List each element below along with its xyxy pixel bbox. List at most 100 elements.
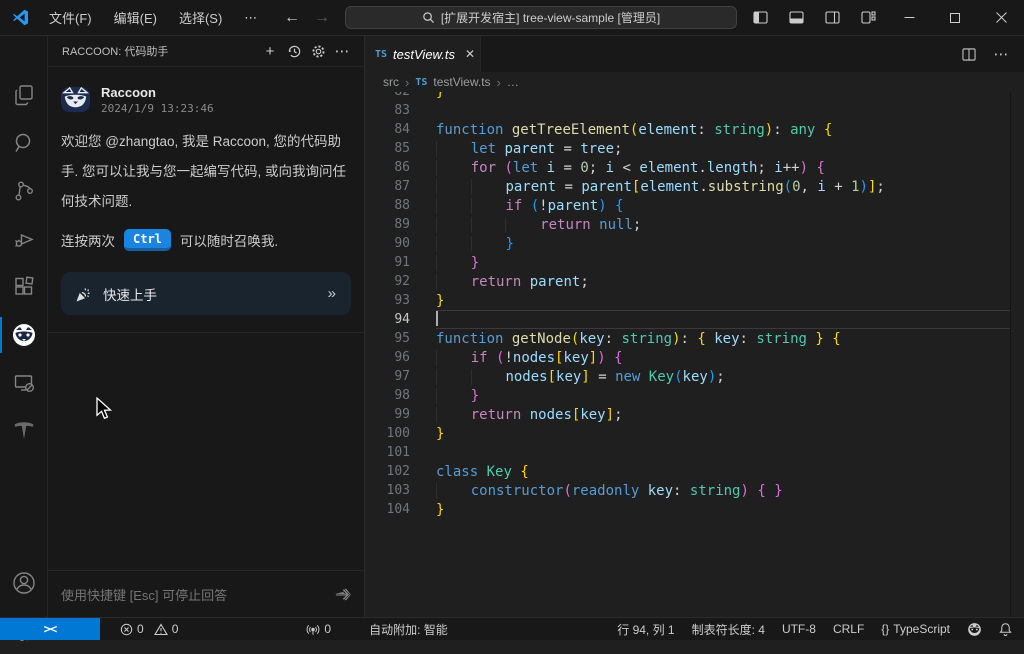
breadcrumb-symbol[interactable]: … (507, 75, 519, 89)
run-debug-icon[interactable] (0, 216, 47, 262)
minimize-button[interactable] (886, 0, 932, 35)
indentation-status[interactable]: 制表符长度: 4 (692, 621, 765, 638)
nav-back-icon[interactable]: ← (284, 0, 300, 35)
welcome-divider (48, 332, 364, 333)
search-sidebar-icon[interactable] (0, 120, 47, 166)
code-line-90[interactable]: 90 } (366, 234, 1024, 253)
split-editor-icon[interactable] (956, 41, 982, 67)
text-cursor (436, 311, 438, 326)
line-number: 86 (366, 158, 410, 177)
send-icon[interactable] (334, 587, 351, 602)
code-line-104[interactable]: 104} (366, 500, 1024, 519)
breadcrumb-folder[interactable]: src (383, 75, 399, 89)
tab-bar: TS testView.ts ✕ ⋯ (366, 36, 1024, 72)
breadcrumb-file[interactable]: testView.ts (433, 75, 490, 89)
code-line-97[interactable]: 97 nodes[key] = new Key(key); (366, 367, 1024, 386)
status-bar: >< 0 0 0 自动附加: 智能 行 94, 列 1 制表符长度: 4 UTF… (0, 617, 1024, 640)
encoding-status[interactable]: UTF-8 (782, 622, 816, 636)
sidebar-more-icon[interactable]: ⋯ (330, 40, 354, 62)
accounts-icon[interactable] (0, 560, 47, 606)
braces-icon: {} (881, 622, 889, 636)
code-line-92[interactable]: 92 return parent; (366, 272, 1024, 291)
menu-file[interactable]: 文件(F) (40, 4, 101, 31)
nav-forward-icon: → (314, 0, 330, 35)
quick-start-button[interactable]: 快速上手 » (61, 272, 351, 315)
sidebar-title: RACCOON: 代码助手 (62, 43, 258, 59)
new-chat-icon[interactable]: + (258, 40, 282, 62)
ports-status[interactable]: 0 (306, 622, 331, 636)
code-line-94[interactable]: 94 (366, 310, 1024, 329)
code-line-91[interactable]: 91 } (366, 253, 1024, 272)
layout-sidebar-left-icon[interactable] (742, 0, 778, 35)
code-line-93[interactable]: 93} (366, 291, 1024, 310)
close-window-button[interactable] (978, 0, 1024, 35)
code-line-100[interactable]: 100} (366, 424, 1024, 443)
code-line-101[interactable]: 101 (366, 443, 1024, 462)
language-status[interactable]: {} TypeScript (881, 622, 950, 636)
scrollbar-divider (1010, 73, 1011, 617)
source-control-icon[interactable] (0, 168, 47, 214)
command-center-text: [扩展开发宿主] tree-view-sample [管理员] (441, 9, 660, 26)
problems-status[interactable]: 0 0 (120, 622, 178, 636)
code-line-88[interactable]: 88 if (!parent) { (366, 196, 1024, 215)
code-line-89[interactable]: 89 return null; (366, 215, 1024, 234)
code-line-83[interactable]: 83 (366, 101, 1024, 120)
raccoon-extension-icon[interactable] (0, 312, 47, 358)
layout-panel-icon[interactable] (778, 0, 814, 35)
code-line-84[interactable]: 84function getTreeElement(element: strin… (366, 120, 1024, 139)
line-number: 96 (366, 348, 410, 367)
line-number: 90 (366, 234, 410, 253)
chevron-right-icon: › (405, 75, 409, 90)
extensions-icon[interactable] (0, 264, 47, 310)
notifications-bell-icon[interactable] (999, 622, 1012, 636)
customize-layout-icon[interactable] (850, 0, 886, 35)
sidebar-header: RACCOON: 代码助手 + ⋯ (48, 36, 364, 67)
warning-count: 0 (172, 622, 179, 636)
chat-input-bar[interactable]: 使用快捷键 [Esc] 可停止回答 (48, 570, 364, 617)
vscode-logo-icon (12, 9, 29, 26)
code-line-87[interactable]: 87 parent = parent[element.substring(0, … (366, 177, 1024, 196)
menu-selection[interactable]: 选择(S) (170, 4, 231, 31)
cursor-position-status[interactable]: 行 94, 列 1 (617, 621, 674, 638)
broadcast-icon (306, 623, 320, 636)
line-number: 93 (366, 291, 410, 310)
code-lines[interactable]: 82}8384function getTreeElement(element: … (366, 82, 1024, 519)
maximize-button[interactable] (932, 0, 978, 35)
language-label: TypeScript (893, 622, 950, 636)
history-icon[interactable] (282, 40, 306, 62)
menu-edit[interactable]: 编辑(E) (105, 4, 166, 31)
code-line-85[interactable]: 85 let parent = tree; (366, 139, 1024, 158)
code-line-98[interactable]: 98 } (366, 386, 1024, 405)
raccoon-status-icon[interactable] (967, 622, 982, 637)
explorer-icon[interactable] (0, 72, 47, 118)
tab-testview[interactable]: TS testView.ts ✕ (366, 36, 481, 72)
party-popper-icon (76, 286, 92, 302)
remote-explorer-icon[interactable] (0, 360, 47, 406)
ctrl-key-badge: Ctrl (124, 229, 171, 251)
typescript-file-icon: TS (375, 49, 387, 60)
line-number: 87 (366, 177, 410, 196)
code-line-102[interactable]: 102class Key { (366, 462, 1024, 481)
command-center-search[interactable]: [扩展开发宿主] tree-view-sample [管理员] (345, 6, 737, 29)
window-controls (742, 0, 1024, 35)
message-timestamp: 2024/1/9 13:23:46 (101, 102, 214, 115)
line-number: 102 (366, 462, 410, 481)
assistant-header: Raccoon 2024/1/9 13:23:46 (60, 84, 352, 115)
sidebar-settings-icon[interactable] (306, 40, 330, 62)
code-line-95[interactable]: 95function getNode(key: string): { key: … (366, 329, 1024, 348)
editor-actions: ⋯ (956, 36, 1024, 72)
code-line-99[interactable]: 99 return nodes[key]; (366, 405, 1024, 424)
menu-more-icon[interactable]: ⋯ (235, 6, 266, 30)
code-line-96[interactable]: 96 if (!nodes[key]) { (366, 348, 1024, 367)
remote-indicator[interactable]: >< (0, 618, 100, 640)
tab-close-icon[interactable]: ✕ (465, 47, 475, 61)
code-line-103[interactable]: 103 constructor(readonly key: string) { … (366, 481, 1024, 500)
editor-more-icon[interactable]: ⋯ (988, 41, 1014, 67)
code-line-86[interactable]: 86 for (let i = 0; i < element.length; i… (366, 158, 1024, 177)
line-number: 103 (366, 481, 410, 500)
tesla-extension-icon[interactable] (0, 407, 47, 453)
eol-status[interactable]: CRLF (833, 622, 864, 636)
layout-sidebar-right-icon[interactable] (814, 0, 850, 35)
line-number: 91 (366, 253, 410, 272)
auto-attach-status[interactable]: 自动附加: 智能 (369, 621, 448, 638)
